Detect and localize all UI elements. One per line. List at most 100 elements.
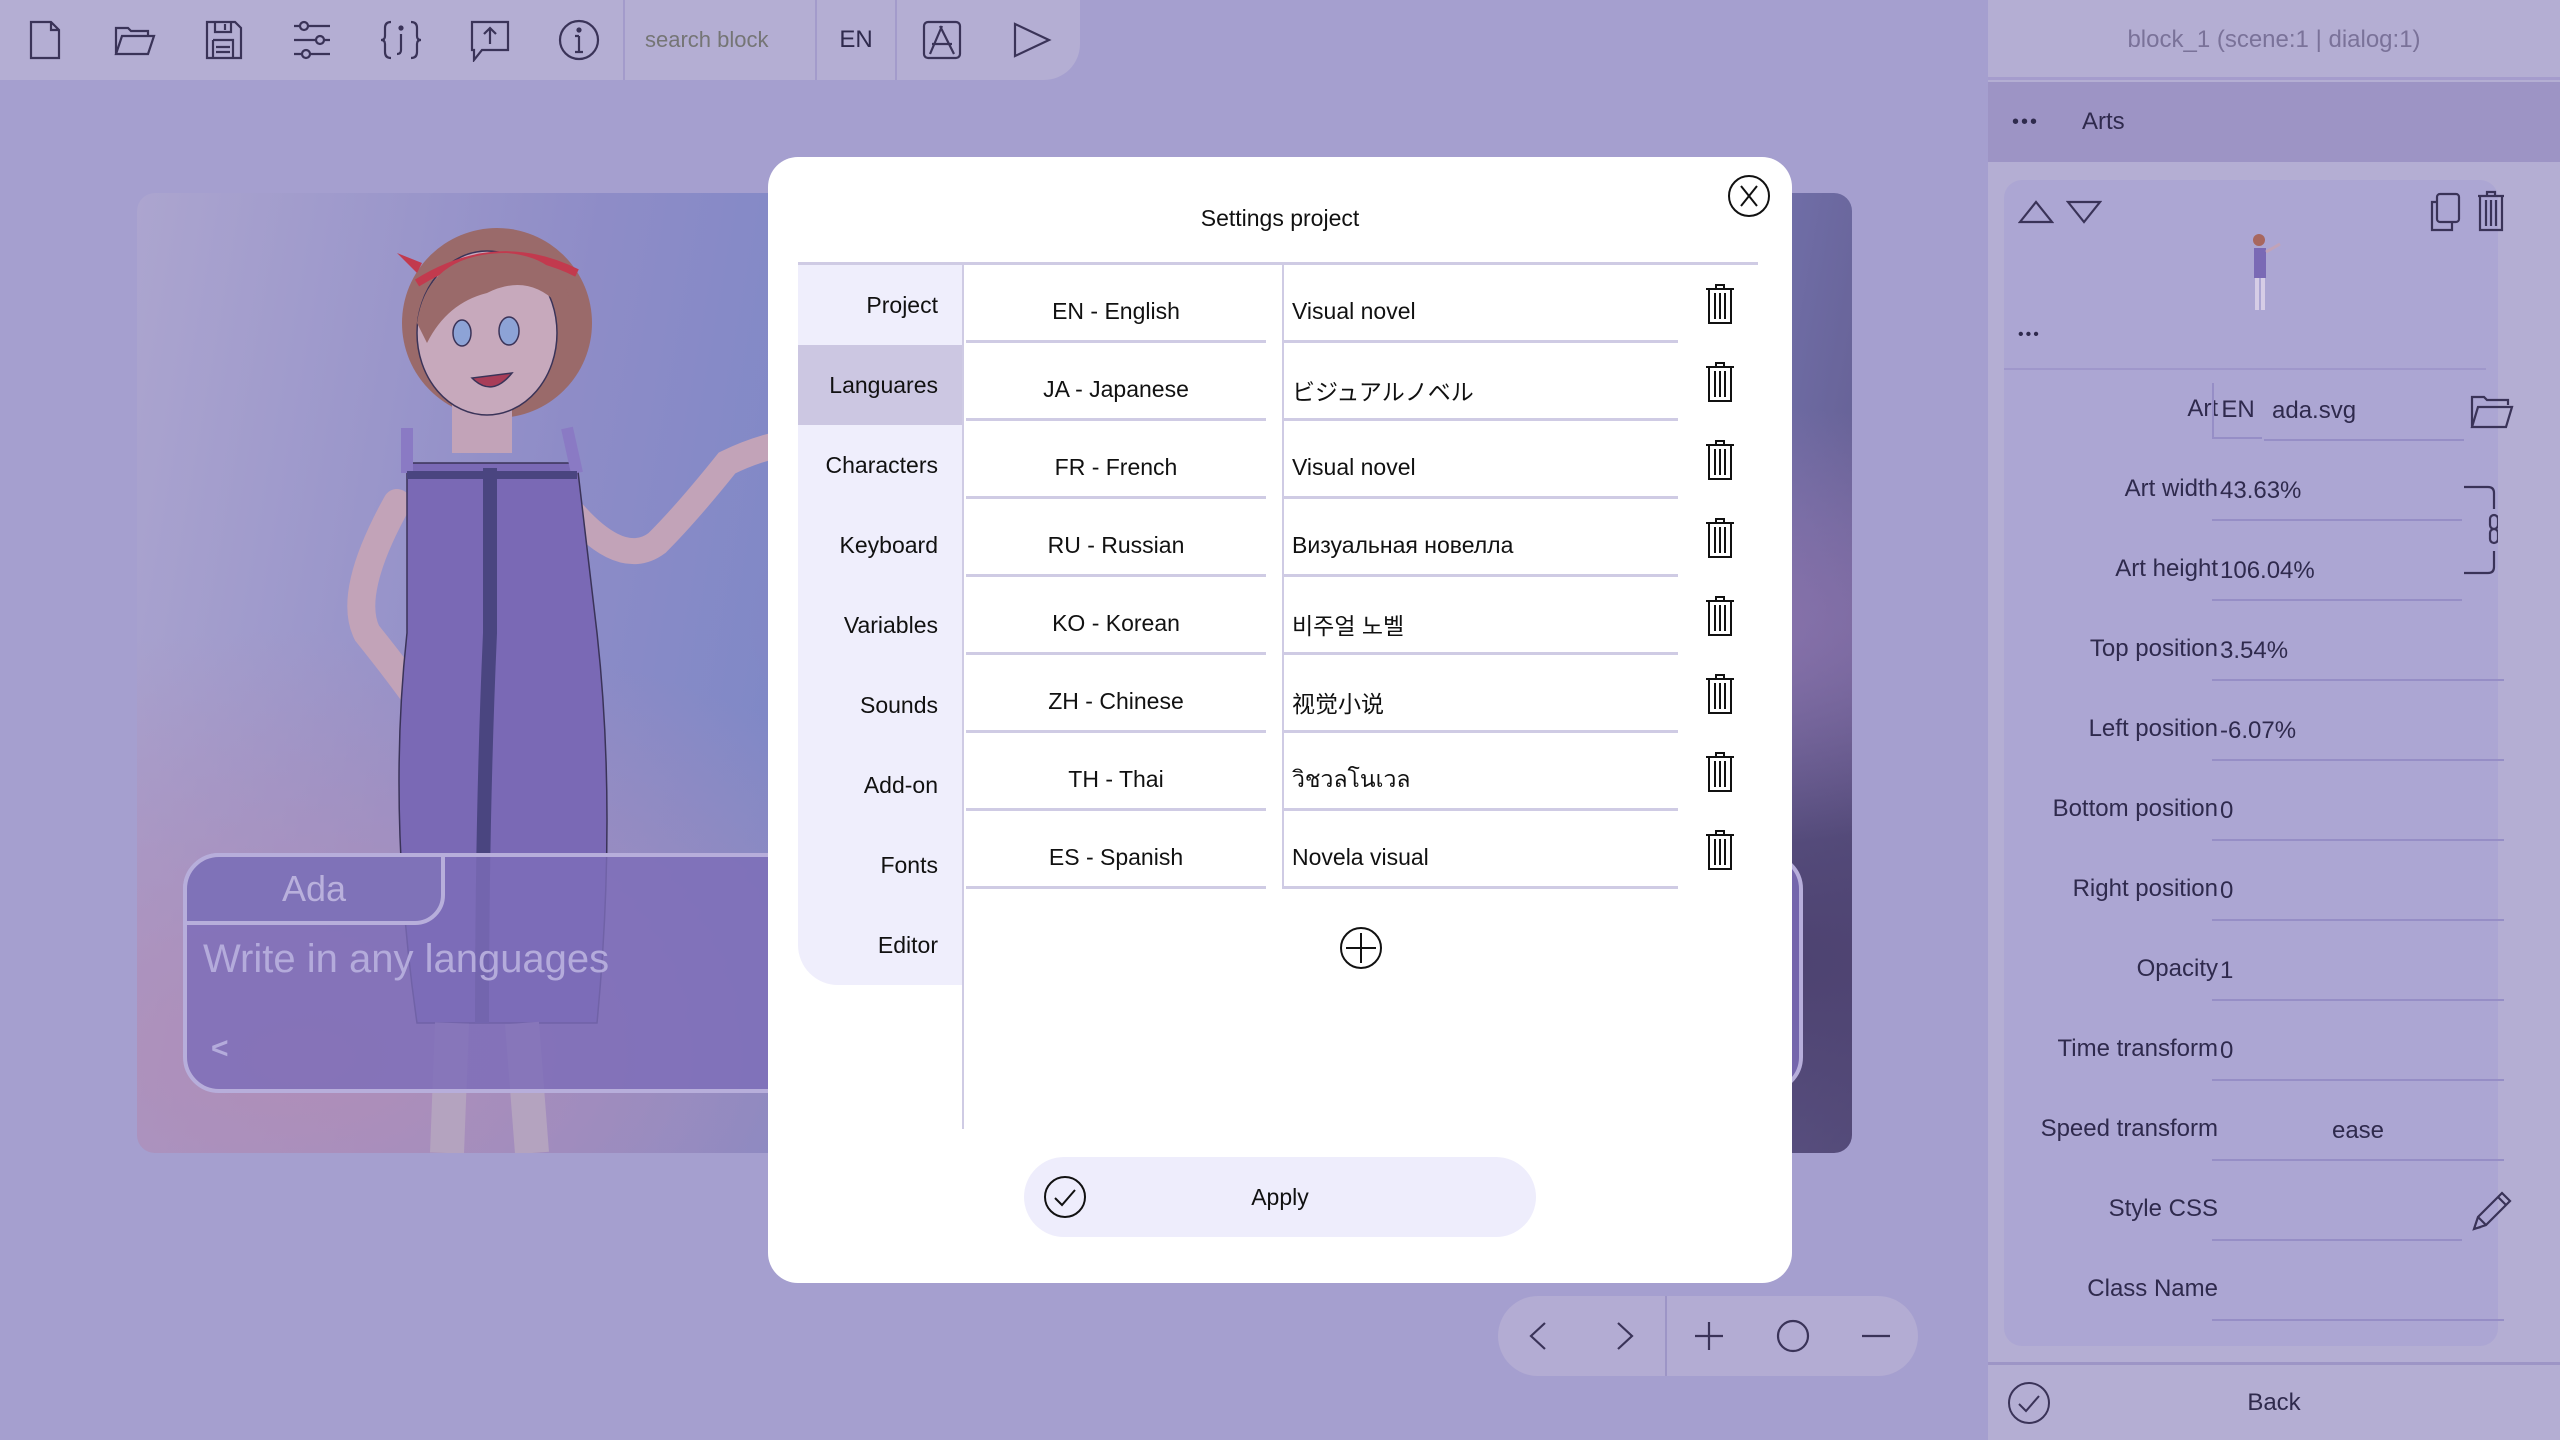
prop-row-speed-transform: Speed transform [2004,1093,2504,1173]
language-code-select[interactable] [966,577,1266,655]
play-button[interactable] [986,0,1075,80]
next-button[interactable] [1582,1296,1666,1376]
prop-label: Style CSS [2108,1195,2218,1222]
toolbar: EN [0,0,1080,80]
opacity-input[interactable] [2212,943,2504,1001]
nav-item-languages[interactable]: Languares [798,345,962,425]
dialog-back-button[interactable]: < [211,1032,229,1066]
nav-item-add-on[interactable]: Add-on [798,745,962,825]
trash-icon[interactable] [1704,595,1736,637]
language-row [966,343,1746,421]
new-file-button[interactable] [0,0,89,80]
project-name-input[interactable] [1282,655,1678,733]
right-position-input[interactable] [2212,863,2504,921]
add-language-button[interactable] [1338,925,1384,971]
open-folder-button[interactable] [89,0,178,80]
language-code-select[interactable] [966,265,1266,343]
project-name-input[interactable] [1282,733,1678,811]
delete-art-button[interactable] [2476,190,2506,237]
art-height-input[interactable] [2212,543,2462,601]
publish-button[interactable] [445,0,534,80]
prop-row-bottom-position: Bottom position [2004,773,2504,853]
prop-label: Right position [2072,875,2218,902]
modal-body: Project Languares Characters Keyboard Va… [798,262,1758,1129]
pencil-icon [2472,1191,2512,1231]
art-language-selector[interactable]: EN [2212,383,2262,439]
art-file-input[interactable] [2264,383,2464,441]
bottom-position-input[interactable] [2212,783,2504,841]
more-options-icon[interactable]: ••• [2012,111,2052,134]
trash-icon[interactable] [1704,673,1736,715]
language-code-select[interactable] [966,733,1266,811]
check-circle-icon [1044,1176,1086,1218]
trash-icon[interactable] [1704,439,1736,481]
art-width-input[interactable] [2212,463,2462,521]
nav-item-variables[interactable]: Variables [798,585,962,665]
move-down-button[interactable] [2065,200,2103,229]
trash-icon[interactable] [1704,517,1736,559]
previous-button[interactable] [1498,1296,1582,1376]
prop-label: Speed transform [2040,1115,2218,1142]
project-name-input[interactable] [1282,577,1678,655]
prop-row-art-height: Art height [2004,533,2498,613]
prop-label: Opacity [2136,955,2218,982]
zoom-in-button[interactable] [1667,1296,1751,1376]
project-name-input[interactable] [1282,343,1678,421]
nav-item-characters[interactable]: Characters [798,425,962,505]
language-code-select[interactable] [966,811,1266,889]
nav-item-editor[interactable]: Editor [798,905,962,985]
arts-section-header[interactable]: ••• Arts [1988,82,2560,162]
json-braces-icon [380,20,421,60]
settings-button[interactable] [267,0,356,80]
prop-row-class-name: Class Name [2004,1253,2504,1333]
nav-item-fonts[interactable]: Fonts [798,825,962,905]
project-name-input[interactable] [1282,499,1678,577]
zoom-out-button[interactable] [1834,1296,1918,1376]
edit-css-button[interactable] [2470,1191,2512,1238]
trash-icon[interactable] [1704,829,1736,871]
left-position-input[interactable] [2212,703,2504,761]
prop-row-time-transform: Time transform [2004,1013,2504,1093]
language-row [966,655,1746,733]
nav-item-sounds[interactable]: Sounds [798,665,962,745]
project-name-input[interactable] [1282,811,1678,889]
apply-button[interactable]: Apply [1024,1157,1536,1237]
time-transform-input[interactable] [2212,1023,2504,1081]
modal-title: Settings project [1200,205,1360,231]
export-button[interactable] [897,0,986,80]
language-code-select[interactable] [966,499,1266,577]
nav-item-keyboard[interactable]: Keyboard [798,505,962,585]
class-name-input[interactable] [2212,1263,2504,1321]
zoom-reset-button[interactable] [1751,1296,1835,1376]
duplicate-button[interactable] [2428,192,2462,237]
language-code-select[interactable] [966,343,1266,421]
art-more-options-icon[interactable]: ••• [2018,326,2041,344]
info-icon [558,19,599,61]
search-block-input[interactable] [625,0,815,80]
apply-label: Apply [1251,1183,1309,1210]
trash-icon[interactable] [1704,751,1736,793]
prop-label: Class Name [2087,1275,2218,1302]
trash-icon[interactable] [1704,361,1736,403]
speaker-name: Ada [183,853,445,925]
json-button[interactable] [356,0,445,80]
nav-item-project[interactable]: Project [798,265,962,345]
project-name-input[interactable] [1282,265,1678,343]
prop-label: Time transform [2057,1035,2218,1062]
browse-file-button[interactable] [2470,393,2514,436]
language-selector[interactable]: EN [817,0,895,80]
top-position-input[interactable] [2212,623,2504,681]
language-code-select[interactable] [966,655,1266,733]
back-button[interactable]: Back [1988,1362,2560,1440]
save-button[interactable] [178,0,267,80]
speed-transform-select[interactable] [2212,1103,2504,1161]
style-css-input[interactable] [2212,1183,2462,1241]
prop-label: Bottom position [2052,795,2218,822]
info-button[interactable] [534,0,623,80]
language-code-select[interactable] [966,421,1266,499]
move-up-button[interactable] [2017,200,2055,229]
close-modal-button[interactable] [1726,173,1772,219]
project-name-input[interactable] [1282,421,1678,499]
copy-icon [2430,192,2461,232]
trash-icon[interactable] [1704,283,1736,325]
